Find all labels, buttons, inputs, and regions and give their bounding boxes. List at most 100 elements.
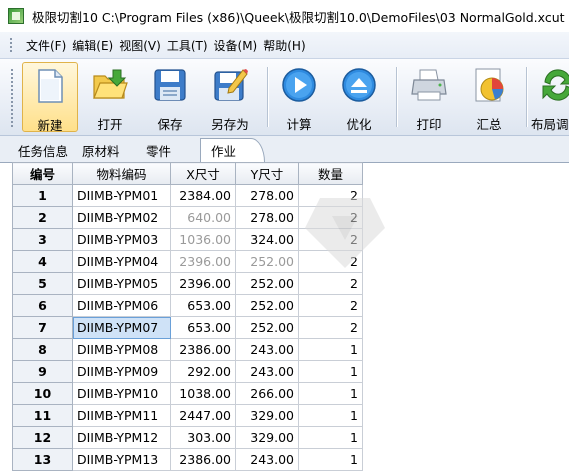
tab-raw-materials[interactable]: 原材料: [82, 141, 120, 160]
y-size-cell[interactable]: 252.00: [235, 294, 299, 317]
quantity-cell[interactable]: 1: [298, 404, 363, 427]
quantity-cell[interactable]: 2: [298, 316, 363, 339]
x-size-cell[interactable]: 1038.00: [170, 382, 236, 405]
row-number[interactable]: 8: [12, 338, 73, 361]
material-code-cell-selected[interactable]: DIIMB-YPM07: [72, 316, 171, 339]
column-header-id[interactable]: 编号: [12, 162, 73, 185]
table-row[interactable]: 5 DIIMB-YPM05 2396.00 252.00 2: [12, 272, 363, 295]
row-number[interactable]: 3: [12, 228, 73, 251]
column-header-y-size[interactable]: Y尺寸: [235, 162, 299, 185]
row-number[interactable]: 7: [12, 316, 73, 339]
material-code-cell[interactable]: DIIMB-YPM11: [72, 404, 171, 427]
quantity-cell[interactable]: 1: [298, 426, 363, 449]
y-size-cell[interactable]: 278.00: [235, 206, 299, 229]
material-code-cell[interactable]: DIIMB-YPM12: [72, 426, 171, 449]
material-code-cell[interactable]: DIIMB-YPM01: [72, 184, 171, 207]
save-as-button[interactable]: 另存为: [202, 62, 258, 132]
new-button[interactable]: 新建: [22, 62, 78, 133]
material-code-cell[interactable]: DIIMB-YPM02: [72, 206, 171, 229]
row-number[interactable]: 1: [12, 184, 73, 207]
menu-file[interactable]: 文件(F): [23, 37, 69, 54]
tab-task-info[interactable]: 任务信息: [18, 141, 68, 160]
quantity-cell[interactable]: 1: [298, 382, 363, 405]
table-row[interactable]: 4 DIIMB-YPM04 2396.00 252.00 2: [12, 250, 363, 273]
optimize-button[interactable]: 优化: [331, 62, 387, 132]
y-size-cell[interactable]: 329.00: [235, 426, 299, 449]
table-row[interactable]: 12 DIIMB-YPM12 303.00 329.00 1: [12, 426, 363, 449]
calculate-button[interactable]: 计算: [271, 62, 327, 132]
y-size-cell[interactable]: 243.00: [235, 448, 299, 471]
quantity-cell[interactable]: 2: [298, 206, 363, 229]
x-size-cell[interactable]: 292.00: [170, 360, 236, 383]
print-button[interactable]: 打印: [401, 62, 457, 132]
menu-edit[interactable]: 编辑(E): [69, 37, 116, 54]
material-code-cell[interactable]: DIIMB-YPM13: [72, 448, 171, 471]
table-row[interactable]: 1 DIIMB-YPM01 2384.00 278.00 2: [12, 184, 363, 207]
y-size-cell[interactable]: 329.00: [235, 404, 299, 427]
y-size-cell[interactable]: 252.00: [235, 250, 299, 273]
quantity-cell[interactable]: 1: [298, 448, 363, 471]
toolbar-grip-handle[interactable]: [11, 69, 16, 127]
x-size-cell[interactable]: 653.00: [170, 316, 236, 339]
open-button[interactable]: 打开: [82, 62, 138, 132]
material-code-cell[interactable]: DIIMB-YPM06: [72, 294, 171, 317]
x-size-cell[interactable]: 2386.00: [170, 338, 236, 361]
menu-help[interactable]: 帮助(H): [260, 37, 308, 54]
x-size-cell[interactable]: 2386.00: [170, 448, 236, 471]
material-code-cell[interactable]: DIIMB-YPM04: [72, 250, 171, 273]
quantity-cell[interactable]: 2: [298, 250, 363, 273]
quantity-cell[interactable]: 2: [298, 272, 363, 295]
x-size-cell[interactable]: 640.00: [170, 206, 236, 229]
row-number[interactable]: 10: [12, 382, 73, 405]
row-number[interactable]: 5: [12, 272, 73, 295]
menu-grip-handle[interactable]: [10, 38, 15, 52]
quantity-cell[interactable]: 2: [298, 228, 363, 251]
table-row[interactable]: 7 DIIMB-YPM07 653.00 252.00 2: [12, 316, 363, 339]
quantity-cell[interactable]: 2: [298, 294, 363, 317]
y-size-cell[interactable]: 278.00: [235, 184, 299, 207]
menu-device[interactable]: 设备(M): [211, 37, 261, 54]
y-size-cell[interactable]: 252.00: [235, 272, 299, 295]
table-row[interactable]: 9 DIIMB-YPM09 292.00 243.00 1: [12, 360, 363, 383]
row-number[interactable]: 4: [12, 250, 73, 273]
material-code-cell[interactable]: DIIMB-YPM05: [72, 272, 171, 295]
y-size-cell[interactable]: 252.00: [235, 316, 299, 339]
row-number[interactable]: 6: [12, 294, 73, 317]
y-size-cell[interactable]: 243.00: [235, 360, 299, 383]
material-code-cell[interactable]: DIIMB-YPM10: [72, 382, 171, 405]
material-code-cell[interactable]: DIIMB-YPM09: [72, 360, 171, 383]
x-size-cell[interactable]: 2447.00: [170, 404, 236, 427]
x-size-cell[interactable]: 653.00: [170, 294, 236, 317]
quantity-cell[interactable]: 1: [298, 360, 363, 383]
column-header-material-code[interactable]: 物料编码: [72, 162, 171, 185]
menu-view[interactable]: 视图(V): [116, 37, 164, 54]
x-size-cell[interactable]: 2396.00: [170, 272, 236, 295]
row-number[interactable]: 13: [12, 448, 73, 471]
x-size-cell[interactable]: 303.00: [170, 426, 236, 449]
tab-jobs[interactable]: 作业: [200, 138, 266, 162]
material-code-cell[interactable]: DIIMB-YPM03: [72, 228, 171, 251]
material-code-cell[interactable]: DIIMB-YPM08: [72, 338, 171, 361]
row-number[interactable]: 2: [12, 206, 73, 229]
table-row[interactable]: 10 DIIMB-YPM10 1038.00 266.00 1: [12, 382, 363, 405]
table-row[interactable]: 11 DIIMB-YPM11 2447.00 329.00 1: [12, 404, 363, 427]
table-row[interactable]: 6 DIIMB-YPM06 653.00 252.00 2: [12, 294, 363, 317]
y-size-cell[interactable]: 266.00: [235, 382, 299, 405]
tab-parts[interactable]: 零件: [146, 141, 171, 160]
column-header-x-size[interactable]: X尺寸: [170, 162, 236, 185]
summary-button[interactable]: 汇总: [461, 62, 517, 132]
table-row[interactable]: 3 DIIMB-YPM03 1036.00 324.00 2: [12, 228, 363, 251]
x-size-cell[interactable]: 2384.00: [170, 184, 236, 207]
row-number[interactable]: 9: [12, 360, 73, 383]
y-size-cell[interactable]: 243.00: [235, 338, 299, 361]
x-size-cell[interactable]: 1036.00: [170, 228, 236, 251]
table-row[interactable]: 13 DIIMB-YPM13 2386.00 243.00 1: [12, 448, 363, 471]
quantity-cell[interactable]: 1: [298, 338, 363, 361]
row-number[interactable]: 12: [12, 426, 73, 449]
save-button[interactable]: 保存: [142, 62, 198, 132]
menu-tools[interactable]: 工具(T): [164, 37, 211, 54]
table-row[interactable]: 2 DIIMB-YPM02 640.00 278.00 2: [12, 206, 363, 229]
row-number[interactable]: 11: [12, 404, 73, 427]
x-size-cell[interactable]: 2396.00: [170, 250, 236, 273]
layout-button[interactable]: 布局调: [531, 62, 569, 132]
